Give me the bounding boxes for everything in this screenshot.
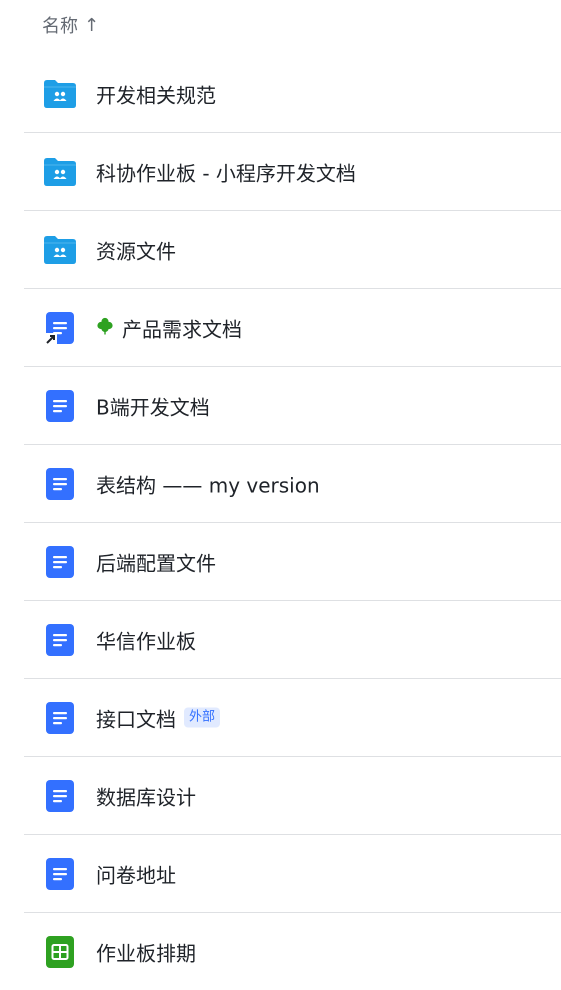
file-title: 产品需求文档 bbox=[96, 313, 242, 342]
file-title: 问卷地址 bbox=[96, 859, 176, 888]
file-title: 接口文档 外部 bbox=[96, 703, 221, 732]
file-row[interactable]: 开发相关规范 bbox=[24, 55, 561, 133]
file-name[interactable]: 开发相关规范 bbox=[96, 79, 216, 108]
file-name[interactable]: 数据库设计 bbox=[96, 781, 196, 810]
file-name[interactable]: 华信作业板 bbox=[96, 625, 196, 654]
file-name[interactable]: 科协作业板 - 小程序开发文档 bbox=[96, 157, 356, 186]
doc-icon bbox=[43, 857, 77, 891]
name-column-header[interactable]: 名称 ↑ bbox=[42, 12, 99, 38]
shared-folder-icon bbox=[43, 155, 77, 189]
file-row[interactable]: 科协作业板 - 小程序开发文档 bbox=[24, 133, 561, 211]
file-row[interactable]: 产品需求文档 bbox=[24, 289, 561, 367]
file-row[interactable]: 数据库设计 bbox=[24, 757, 561, 835]
name-column-label: 名称 bbox=[42, 16, 78, 37]
file-title: 数据库设计 bbox=[96, 781, 196, 810]
file-name[interactable]: 接口文档 bbox=[96, 703, 176, 732]
file-row[interactable]: B端开发文档 bbox=[24, 367, 561, 445]
file-title: 表结构 —— my version bbox=[96, 469, 320, 498]
file-name[interactable]: B端开发文档 bbox=[96, 391, 210, 420]
doc-icon bbox=[43, 545, 77, 579]
file-name[interactable]: 表结构 —— my version bbox=[96, 469, 320, 498]
shared-folder-icon bbox=[43, 233, 77, 267]
file-name[interactable]: 作业板排期 bbox=[96, 937, 196, 966]
file-list: 开发相关规范科协作业板 - 小程序开发文档 资源文件产品需求文档 B端开发文档表结构… bbox=[24, 55, 561, 990]
doc-icon bbox=[43, 467, 77, 501]
file-row[interactable]: 后端配置文件 bbox=[24, 523, 561, 601]
file-title: 华信作业板 bbox=[96, 625, 196, 654]
shared-folder-icon bbox=[43, 77, 77, 111]
doc-icon bbox=[43, 701, 77, 735]
file-row[interactable]: 接口文档 外部 bbox=[24, 679, 561, 757]
file-row[interactable]: 华信作业板 bbox=[24, 601, 561, 679]
file-title: 作业板排期 bbox=[96, 937, 196, 966]
file-title: 资源文件 bbox=[96, 235, 176, 264]
file-name[interactable]: 问卷地址 bbox=[96, 859, 176, 888]
doc-shortcut-icon bbox=[43, 311, 77, 345]
file-title: 科协作业板 - 小程序开发文档 bbox=[96, 157, 356, 186]
file-name[interactable]: 资源文件 bbox=[96, 235, 176, 264]
sheet-icon bbox=[43, 935, 77, 969]
file-row[interactable]: 资源文件 bbox=[24, 211, 561, 289]
file-row[interactable]: 问卷地址 bbox=[24, 835, 561, 913]
external-badge: 外部 bbox=[184, 707, 221, 728]
file-name[interactable]: 后端配置文件 bbox=[96, 547, 216, 576]
doc-icon bbox=[43, 623, 77, 657]
file-title: B端开发文档 bbox=[96, 391, 210, 420]
doc-icon bbox=[43, 779, 77, 813]
file-row[interactable]: 表结构 —— my version bbox=[24, 445, 561, 523]
clover-icon bbox=[96, 316, 114, 339]
file-title: 开发相关规范 bbox=[96, 79, 216, 108]
file-title: 后端配置文件 bbox=[96, 547, 216, 576]
file-row[interactable]: 作业板排期 bbox=[24, 913, 561, 990]
doc-icon bbox=[43, 389, 77, 423]
file-name[interactable]: 产品需求文档 bbox=[122, 313, 242, 342]
sort-ascending-icon[interactable]: ↑ bbox=[84, 15, 99, 36]
